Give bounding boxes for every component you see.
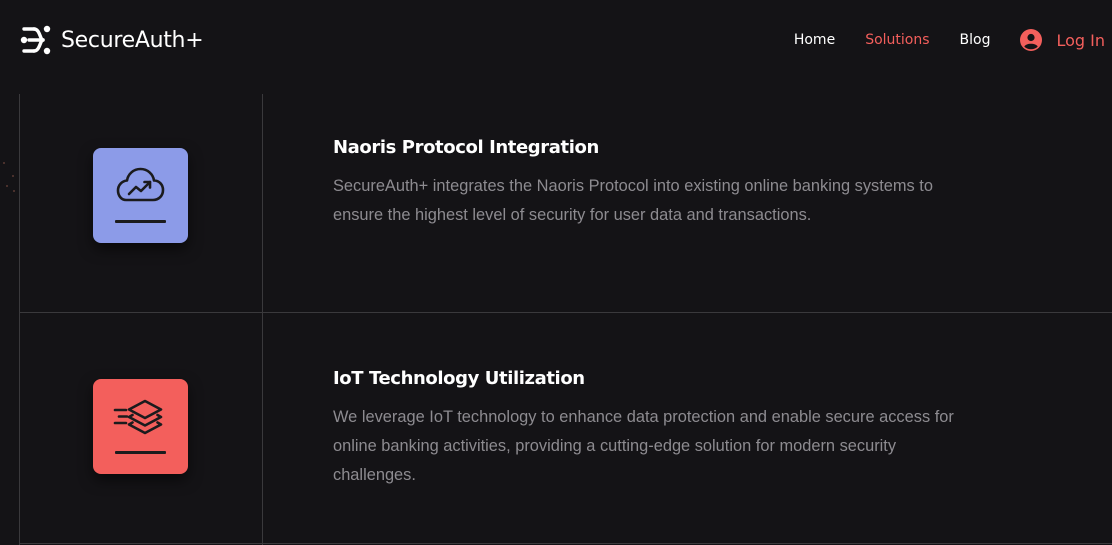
feature-icon-box	[93, 148, 188, 243]
user-avatar-icon	[1020, 29, 1043, 51]
login-button[interactable]: Log In	[1020, 29, 1105, 51]
bottom-row-divider	[19, 543, 1112, 544]
nav-link-solutions[interactable]: Solutions	[865, 32, 929, 48]
login-label: Log In	[1056, 30, 1105, 50]
feature-description: SecureAuth+ integrates the Naoris Protoc…	[333, 172, 973, 230]
site-header: SecureAuth+ Home Solutions Blog Log In	[0, 0, 1112, 94]
feature-title: Naoris Protocol Integration	[333, 137, 599, 158]
nav-link-blog[interactable]: Blog	[960, 32, 991, 48]
row-divider	[19, 312, 1112, 313]
feature-description-line: SecureAuth+ integrates the Naoris Protoc…	[333, 177, 933, 195]
feature-description-line: online banking activities, providing a c…	[333, 437, 897, 455]
nav-link-home[interactable]: Home	[794, 32, 835, 48]
icon-underline	[115, 451, 166, 454]
icon-underline	[115, 220, 166, 223]
brand-name: SecureAuth+	[61, 27, 204, 53]
feature-description-line: challenges.	[333, 466, 416, 484]
brand-logo-icon	[20, 24, 52, 56]
main-nav: Home Solutions Blog Log In	[794, 0, 1112, 80]
feature-icon-box	[93, 379, 188, 474]
feature-description-line: We leverage IoT technology to enhance da…	[333, 408, 954, 426]
feature-description: We leverage IoT technology to enhance da…	[333, 403, 973, 490]
feature-description-line: ensure the highest level of security for…	[333, 206, 812, 224]
brand-logo-link[interactable]: SecureAuth+	[20, 24, 204, 56]
feature-title: IoT Technology Utilization	[333, 368, 585, 389]
page: SecureAuth+ Home Solutions Blog Log In N…	[0, 0, 1112, 545]
left-border-line	[19, 94, 20, 545]
column-divider	[262, 94, 263, 545]
